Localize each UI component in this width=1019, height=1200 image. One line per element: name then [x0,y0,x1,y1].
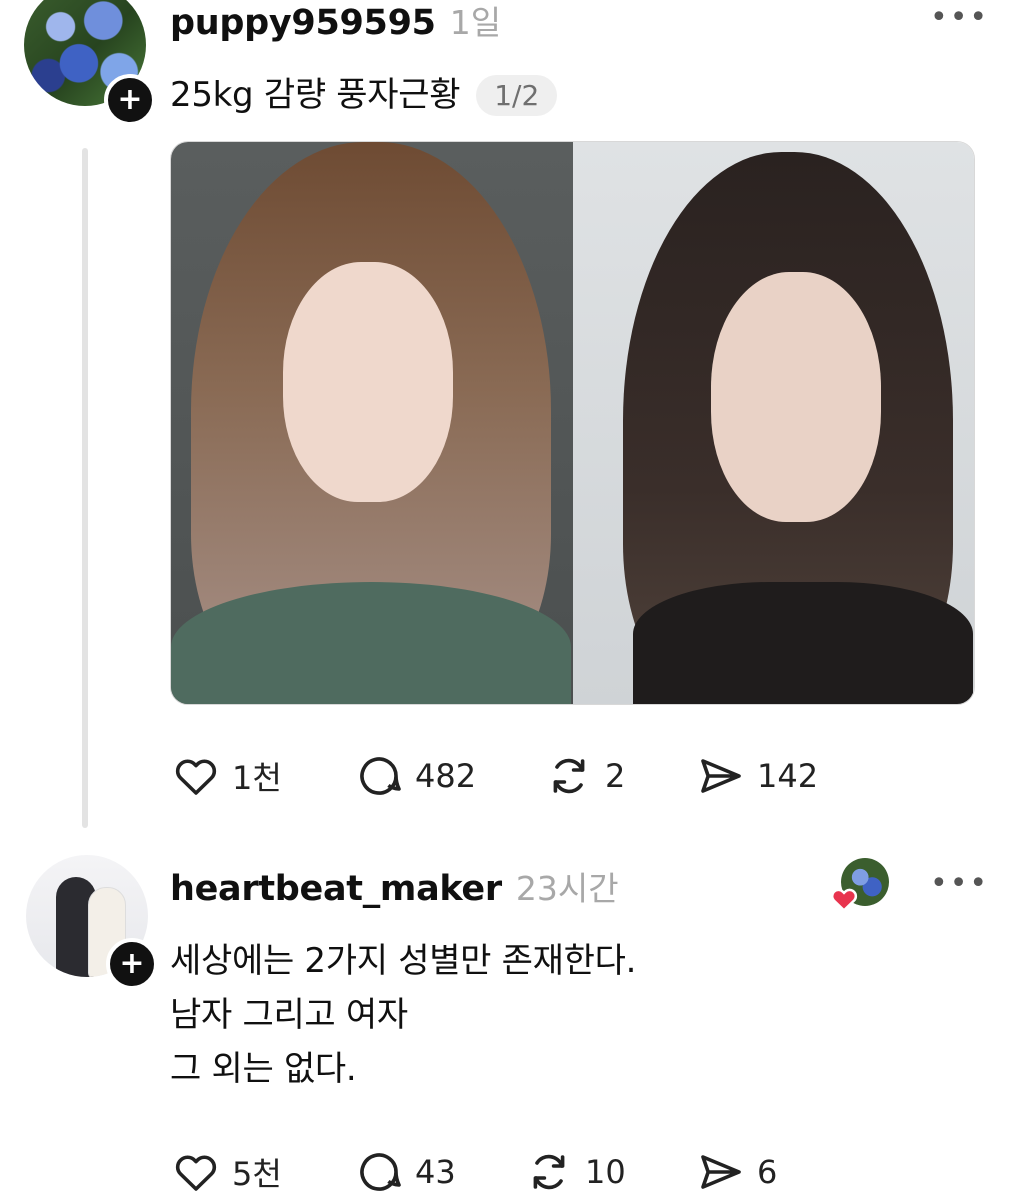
send-icon [701,1155,741,1189]
reply-repost-count: 10 [585,1153,626,1191]
repost-count: 2 [605,757,626,795]
reply-time: 23시간 [515,869,619,908]
send-icon [701,759,741,793]
page-indicator: 1/2 [476,74,558,116]
comment-count: 482 [415,757,477,795]
post-text: 25kg 감량 풍자근황 [170,75,461,115]
thread-line [82,148,88,828]
comment-button[interactable]: 482 [355,752,476,800]
share-count: 142 [757,757,819,795]
post-time: 1일 [449,3,502,42]
comment-bubble-icon [360,757,401,795]
reply-line: 남자 그리고 여자 [170,995,408,1035]
follow-plus-icon[interactable]: + [104,74,156,126]
reply-text: 세상에는 2가지 성별만 존재한다. 남자 그리고 여자 그 외는 없다. [170,934,636,1096]
share-button[interactable]: 142 [697,752,818,800]
reply-follow-plus-icon[interactable]: + [106,938,158,990]
liked-heart-icon [829,884,859,918]
like-button[interactable]: 1천 [172,752,282,800]
repost-icon [553,758,585,794]
heart-icon [175,1155,217,1191]
reply-line: 그 외는 없다. [170,1049,357,1089]
reply-username[interactable]: heartbeat_maker [170,869,502,909]
reply-like-button[interactable]: 5천 [172,1148,282,1196]
post-more-icon[interactable]: ••• [930,0,989,35]
reply-more-icon[interactable]: ••• [930,866,989,901]
reply-comment-button[interactable]: 43 [355,1148,456,1196]
heart-icon [175,759,217,795]
comment-bubble-icon [360,1153,401,1191]
reply-share-button[interactable]: 6 [697,1148,777,1196]
reply-like-count: 5천 [232,1155,282,1193]
reply-comment-count: 43 [415,1153,456,1191]
post-username[interactable]: puppy959595 [170,3,436,43]
like-count: 1천 [232,759,282,797]
photo-right [572,142,974,704]
photo-left [171,142,573,704]
reply-share-count: 6 [757,1153,778,1191]
repost-icon [533,1154,565,1190]
post-photo-carousel[interactable] [170,141,975,705]
reply-repost-button[interactable]: 10 [525,1148,626,1196]
repost-button[interactable]: 2 [545,752,625,800]
reply-line: 세상에는 2가지 성별만 존재한다. [170,941,637,981]
